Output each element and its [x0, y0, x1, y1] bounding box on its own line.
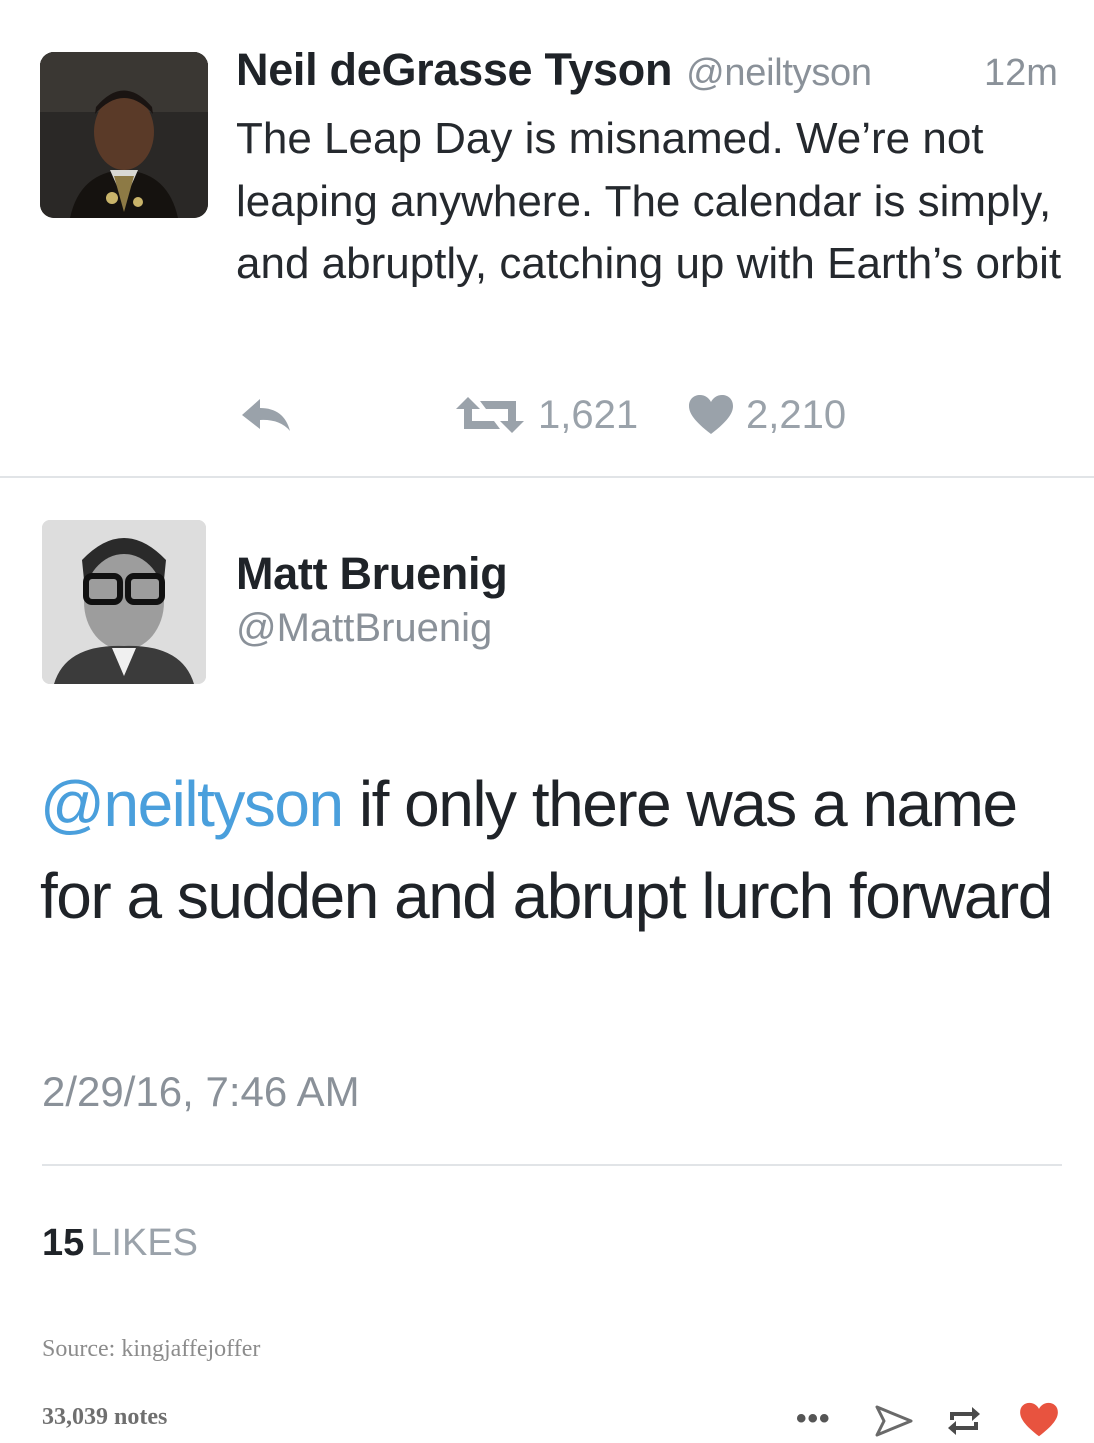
tweet2-date: 2/29/16, 7:46 AM: [42, 1068, 360, 1115]
notes-count[interactable]: 33,039 notes: [42, 1404, 167, 1431]
reblog-button[interactable]: [944, 1404, 984, 1443]
reply-button[interactable]: [238, 390, 294, 440]
like-count: 2,210: [746, 392, 847, 437]
avatar-neil-tyson[interactable]: [40, 52, 208, 218]
tweet2-author-name[interactable]: Matt Bruenig: [236, 548, 508, 600]
tweet2-handle[interactable]: @MattBruenig: [236, 606, 492, 651]
share-icon: [874, 1405, 914, 1442]
retweet-count: 1,621: [538, 392, 639, 437]
retweet-icon: [454, 395, 526, 435]
divider: [0, 476, 1094, 478]
like-button[interactable]: 2,210: [688, 390, 846, 440]
tweet1-author-name[interactable]: Neil deGrasse Tyson: [236, 44, 672, 95]
avatar-matt-bruenig[interactable]: [42, 520, 206, 684]
like-post-button[interactable]: [1018, 1402, 1060, 1443]
tweet1-timestamp[interactable]: 12m: [984, 52, 1058, 95]
retweet-button[interactable]: 1,621: [454, 390, 638, 440]
tweet1-handle[interactable]: @neiltyson: [686, 52, 872, 94]
likes-summary[interactable]: 15 LIKES: [42, 1222, 198, 1265]
tweet2-text: @neiltyson if only there was a name for …: [40, 758, 1060, 942]
share-button[interactable]: [874, 1404, 914, 1443]
tweet1-text: The Leap Day is misnamed. We’re not leap…: [236, 114, 1062, 288]
tweet1-author[interactable]: Neil deGrasse Tyson @neiltyson: [236, 44, 872, 96]
mention-link[interactable]: @neiltyson: [40, 768, 344, 840]
heart-icon: [688, 394, 734, 436]
likes-count: 15: [42, 1222, 85, 1264]
likes-label: LIKES: [90, 1222, 199, 1264]
source-link[interactable]: Source: kingjaffejoffer: [42, 1336, 260, 1363]
reply-icon: [238, 395, 294, 435]
reblog-icon: [944, 1407, 984, 1442]
like-heart-icon: [1018, 1402, 1060, 1442]
more-options-button[interactable]: •••: [796, 1402, 831, 1436]
divider: [42, 1164, 1062, 1166]
